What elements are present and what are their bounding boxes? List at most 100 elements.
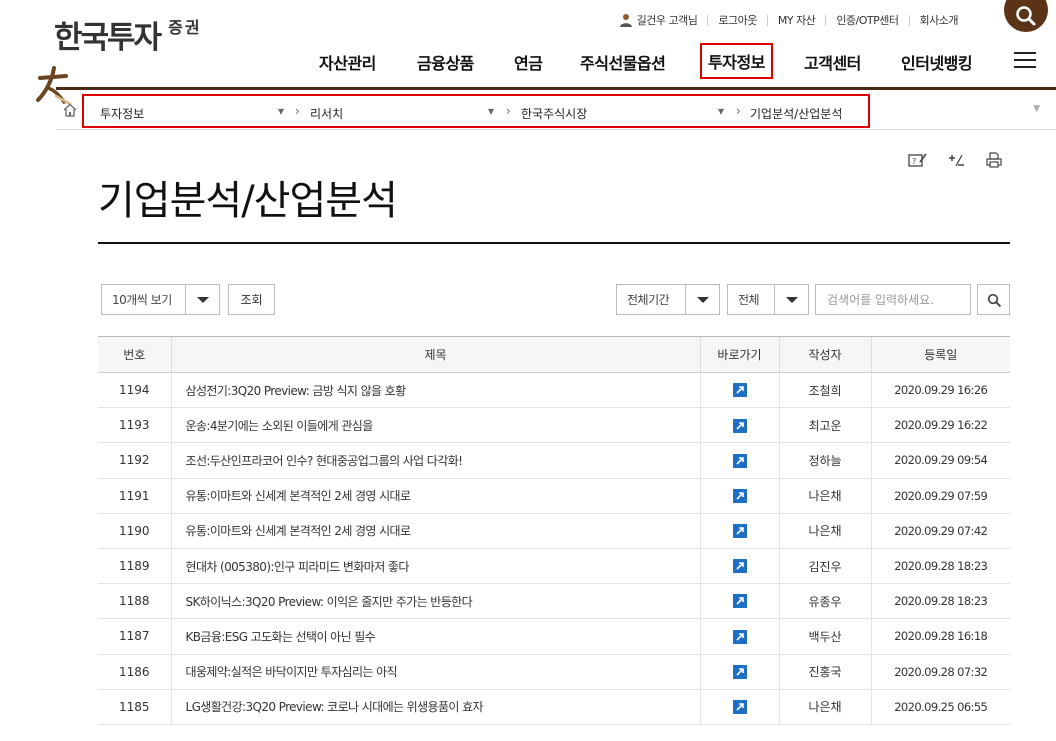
chevron-down-icon[interactable]: ▼ — [1033, 104, 1040, 114]
table-row: 1194 삼성전기:3Q20 Preview: 금방 식지 않을 호황 조철희 202… — [98, 372, 1010, 409]
gnb-investment-info[interactable]: 투자정보 — [700, 43, 773, 79]
external-link-icon[interactable] — [732, 488, 747, 503]
author: 나은채 — [778, 513, 871, 549]
table-row: 1185 LG생활건강:3Q20 Preview: 코로나 시대에는 위생용품이 … — [98, 689, 1010, 725]
breadcrumb-highlight: 투자정보 ▾ › 리서치 ▾ › 한국주식시장 ▾ › 기업분석/산업분석 — [82, 94, 870, 128]
logo-main-text: 한국투자 — [54, 20, 162, 56]
user-name: 길건우 고객님 — [636, 13, 698, 27]
external-link-icon[interactable] — [732, 453, 747, 468]
table-row: 1187 KB금융:ESG 고도화는 선택이 아닌 필수 백두산 2020.09.28… — [98, 618, 1010, 655]
company-intro-link[interactable]: 회사소개 — [908, 14, 968, 26]
chevron-down-icon: ▾ — [278, 104, 285, 118]
edit-note-icon[interactable]: ? — [908, 152, 928, 168]
external-link-icon[interactable] — [732, 664, 747, 679]
category-select[interactable]: 전체 — [727, 284, 809, 315]
shortcut-cell — [699, 442, 779, 479]
external-link-icon[interactable] — [732, 524, 747, 539]
external-link-icon[interactable] — [732, 629, 747, 644]
print-icon[interactable] — [984, 152, 1004, 168]
title-divider — [98, 242, 1010, 244]
shortcut-cell — [699, 654, 779, 690]
chevron-down-icon: ▾ — [488, 104, 495, 118]
search-submit-button[interactable]: 조회 — [228, 284, 275, 315]
global-search-button[interactable] — [1004, 0, 1048, 32]
gnb-asset-management[interactable]: 자산관리 — [319, 50, 376, 74]
period-value: 전체기간 — [627, 293, 670, 307]
shortcut-cell — [699, 478, 779, 514]
report-title-link[interactable]: 유통:이마트와 신세계 본격적인 2세 경영 시대로 — [170, 478, 700, 514]
report-title-link[interactable]: 대웅제약:실적은 바닥이지만 투자심리는 아직 — [170, 654, 700, 690]
report-title-link[interactable]: KB금융:ESG 고도화는 선택이 아닌 필수 — [170, 618, 700, 655]
breadcrumb-item-research[interactable]: 리서치 — [310, 105, 343, 122]
my-asset-link[interactable]: MY 자산 — [766, 14, 825, 26]
registered-date: 2020.09.29 09:54 — [870, 442, 1010, 479]
chevron-down-icon — [685, 285, 719, 314]
breadcrumb-label: 투자정보 — [100, 107, 145, 121]
author: 정하늘 — [778, 442, 871, 479]
report-title-link[interactable]: 삼성전기:3Q20 Preview: 금방 식지 않을 호황 — [170, 372, 700, 409]
page-tools: ? — [908, 152, 1004, 168]
author: 조철희 — [778, 372, 871, 409]
chevron-down-icon: ▾ — [718, 104, 725, 118]
logout-link[interactable]: 로그아웃 — [707, 14, 766, 26]
logo[interactable]: 한국투자 증권 — [54, 12, 202, 57]
registered-date: 2020.09.28 18:23 — [870, 583, 1010, 620]
keyword-search-button[interactable] — [977, 284, 1010, 315]
shortcut-cell — [699, 372, 779, 409]
row-number: 1192 — [98, 442, 171, 479]
user-greeting[interactable]: 길건우 고객님 — [609, 13, 708, 27]
search-input[interactable] — [815, 284, 971, 315]
breadcrumb-item-company-industry-analysis[interactable]: 기업분석/산업분석 — [750, 105, 842, 122]
author: 진홍국 — [778, 654, 871, 690]
column-header-number: 번호 — [98, 336, 171, 373]
report-title-link[interactable]: 조선:두산인프라코어 인수? 현대중공업그룹의 사업 다각화! — [170, 442, 700, 479]
cert-otp-link[interactable]: 인증/OTP센터 — [825, 14, 908, 26]
column-header-author: 작성자 — [778, 336, 871, 373]
registered-date: 2020.09.28 07:32 — [870, 654, 1010, 690]
registered-date: 2020.09.25 06:55 — [870, 689, 1010, 725]
gnb-customer-center[interactable]: 고객센터 — [804, 50, 861, 74]
registered-date: 2020.09.29 16:26 — [870, 372, 1010, 409]
gnb-pension[interactable]: 연금 — [514, 50, 543, 74]
gnb-stock-futures-options[interactable]: 주식선물옵션 — [580, 50, 666, 74]
external-link-icon[interactable] — [732, 594, 747, 609]
table-row: 1192 조선:두산인프라코어 인수? 현대중공업그룹의 사업 다각화! 정하늘 20… — [98, 442, 1010, 479]
external-link-icon[interactable] — [732, 559, 747, 574]
table-row: 1191 유통:이마트와 신세계 본격적인 2세 경영 시대로 나은채 2020.09… — [98, 478, 1010, 514]
gnb-financial-products[interactable]: 금융상품 — [417, 50, 474, 74]
breadcrumb-item-investment-info[interactable]: 투자정보 — [100, 105, 144, 122]
external-link-icon[interactable] — [732, 418, 747, 433]
row-number: 1190 — [98, 513, 171, 549]
home-icon[interactable] — [62, 103, 78, 117]
row-number: 1188 — [98, 583, 171, 620]
per-page-value: 10개씩 보기 — [112, 293, 172, 307]
svg-text:?: ? — [912, 157, 916, 166]
external-link-icon[interactable] — [732, 383, 747, 398]
report-title-link[interactable]: 유통:이마트와 신세계 본격적인 2세 경영 시대로 — [170, 513, 700, 549]
report-title-link[interactable]: LG생활건강:3Q20 Preview: 코로나 시대에는 위생용품이 효자 — [170, 689, 700, 725]
gnb-internet-banking[interactable]: 인터넷뱅킹 — [901, 50, 973, 74]
per-page-select[interactable]: 10개씩 보기 — [101, 284, 220, 315]
report-title-link[interactable]: 운송:4분기에는 소외된 이들에게 관심을 — [170, 407, 700, 444]
author: 김진우 — [778, 548, 871, 585]
font-size-icon[interactable] — [946, 152, 966, 168]
external-link-icon[interactable] — [732, 700, 747, 715]
hamburger-line — [1014, 59, 1036, 61]
chevron-down-icon — [185, 285, 219, 314]
registered-date: 2020.09.29 07:42 — [870, 513, 1010, 549]
category-value: 전체 — [738, 293, 760, 307]
row-number: 1186 — [98, 654, 171, 690]
report-title-link[interactable]: SK하이닉스:3Q20 Preview: 이익은 줄지만 주가는 반등한다 — [170, 583, 700, 620]
author: 유종우 — [778, 583, 871, 620]
all-menu-button[interactable] — [1014, 52, 1036, 68]
period-select[interactable]: 전체기간 — [616, 284, 720, 315]
breadcrumb-item-korea-stock-market[interactable]: 한국주식시장 — [521, 105, 587, 122]
row-number: 1185 — [98, 689, 171, 725]
table-row: 1188 SK하이닉스:3Q20 Preview: 이익은 줄지만 주가는 반등한… — [98, 583, 1010, 620]
row-number: 1193 — [98, 407, 171, 444]
table-row: 1193 운송:4분기에는 소외된 이들에게 관심을 최고운 2020.09.29 1… — [98, 407, 1010, 444]
shortcut-cell — [699, 583, 779, 620]
registered-date: 2020.09.29 16:22 — [870, 407, 1010, 444]
report-title-link[interactable]: 현대차 (005380):인구 피라미드 변화마저 좋다 — [170, 548, 700, 585]
breadcrumb-label: 리서치 — [310, 107, 344, 121]
